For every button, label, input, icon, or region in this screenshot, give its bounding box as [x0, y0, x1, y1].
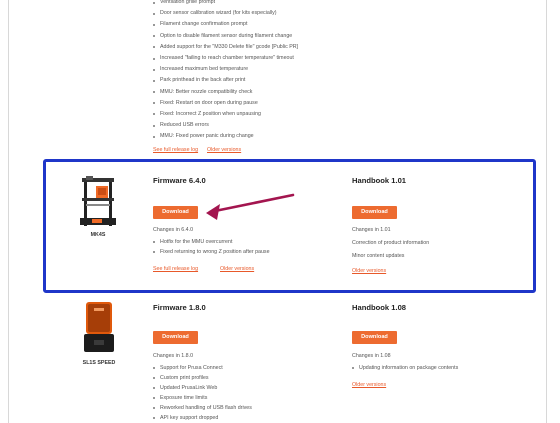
- sl1s-firmware-download-button[interactable]: Download: [153, 331, 198, 344]
- list-item: Increased maximum bed temperature: [153, 64, 298, 75]
- mk4s-printer-image: [80, 176, 116, 226]
- annotation-arrow-icon: [206, 193, 295, 220]
- list-item: Park printhead in the back after print: [153, 75, 298, 86]
- sl1s-product-name: SL1S SPEED: [82, 360, 116, 366]
- sl1s-handbook-title: Handbook 1.08: [352, 303, 407, 312]
- sl1s-firmware-title: Firmware 1.8.0: [153, 303, 206, 312]
- sl1s-printer-image: [84, 302, 114, 352]
- list-item: Fixed: Restart on door open during pause: [153, 98, 298, 109]
- list-item: API key support dropped: [153, 413, 252, 423]
- mk4s-firmware-download-button[interactable]: Download: [153, 206, 198, 219]
- sl1s-firmware-changes-heading: Changes in 1.8.0: [153, 353, 194, 359]
- list-item: Updating information on package contents: [352, 363, 458, 373]
- mk4s-firmware-changes: Hotfix for the MMU overcurrent Fixed ret…: [153, 237, 270, 257]
- list-item: Reworked handling of USB flash drives: [153, 403, 252, 413]
- list-item: Increased "failing to reach chamber temp…: [153, 53, 298, 64]
- sl1s-handbook-older-versions-link[interactable]: Older versions: [352, 382, 386, 388]
- mk4s-handbook-changes-heading: Changes in 1.01: [352, 227, 391, 233]
- release-log-link[interactable]: See full release log: [153, 147, 198, 153]
- mk4s-handbook-title: Handbook 1.01: [352, 176, 407, 185]
- mk4s-firmware-changes-heading: Changes in 6.4.0: [153, 227, 194, 233]
- list-item: Reduced USB errors: [153, 120, 298, 131]
- list-item: Ventilation grille prompt: [153, 0, 298, 8]
- list-item: Added support for the "M330 Delete file"…: [153, 42, 298, 53]
- mk4s-handbook-change: Correction of product information: [352, 240, 430, 246]
- sl1s-handbook-changes: Updating information on package contents: [352, 363, 458, 373]
- list-item: Option to disable filament sensor during…: [153, 31, 298, 42]
- mk4s-product-name: MK4S: [90, 232, 106, 238]
- right-border: [546, 0, 547, 423]
- mk4s-handbook-download-button[interactable]: Download: [352, 206, 397, 219]
- mk4s-handbook-change: Minor content updates: [352, 253, 405, 259]
- list-item: Door sensor calibration wizard (for kits…: [153, 8, 298, 19]
- sl1s-handbook-download-button[interactable]: Download: [352, 331, 397, 344]
- list-item: Updated PrusaLink Web: [153, 383, 252, 393]
- list-item: MMU: Better nozzle compatibility check: [153, 87, 298, 98]
- previous-release-changes: Ventilation grille prompt Door sensor ca…: [153, 0, 298, 142]
- list-item: Custom print profiles: [153, 373, 252, 383]
- list-item: Fixed: Incorrect Z position when unpausi…: [153, 109, 298, 120]
- mk4s-handbook-older-versions-link[interactable]: Older versions: [352, 268, 386, 274]
- list-item: Filament change confirmation prompt: [153, 19, 298, 30]
- sl1s-handbook-changes-heading: Changes in 1.08: [352, 353, 391, 359]
- mk4s-release-log-link[interactable]: See full release log: [153, 266, 198, 272]
- mk4s-older-versions-link[interactable]: Older versions: [220, 266, 254, 272]
- sl1s-firmware-changes: Support for Prusa Connect Custom print p…: [153, 363, 252, 423]
- list-item: Hotfix for the MMU overcurrent: [153, 237, 270, 247]
- list-item: Support for Prusa Connect: [153, 363, 252, 373]
- left-border: [8, 0, 9, 423]
- list-item: MMU: Fixed power panic during change: [153, 131, 298, 142]
- list-item: Fixed returning to wrong Z position afte…: [153, 247, 270, 257]
- list-item: Exposure time limits: [153, 393, 252, 403]
- older-versions-link[interactable]: Older versions: [207, 147, 241, 153]
- mk4s-firmware-title: Firmware 6.4.0: [153, 176, 206, 185]
